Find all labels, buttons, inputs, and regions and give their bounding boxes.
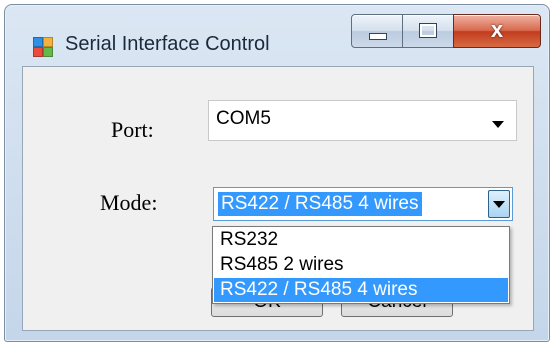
close-icon: x	[490, 17, 504, 42]
dialog-window: Serial Interface Control x Port: COM5 Mo…	[4, 4, 550, 342]
mode-option-rs232[interactable]: RS232	[214, 228, 508, 252]
title-bar[interactable]: Serial Interface Control x	[5, 5, 549, 57]
window-title: Serial Interface Control	[65, 33, 270, 55]
port-label: Port:	[111, 117, 154, 142]
mode-dropdown-button[interactable]	[488, 190, 510, 218]
mode-select-value: RS422 / RS485 4 wires	[218, 192, 422, 216]
minimize-icon	[369, 33, 387, 40]
mode-dropdown-list: RS232 RS485 2 wires RS422 / RS485 4 wire…	[212, 226, 510, 304]
mode-select[interactable]: RS422 / RS485 4 wires	[213, 187, 513, 221]
mode-label: Mode:	[100, 190, 158, 215]
maximize-button[interactable]	[402, 14, 454, 48]
mode-option-rs422-rs485-4-wires[interactable]: RS422 / RS485 4 wires	[214, 278, 508, 302]
close-button[interactable]: x	[453, 14, 541, 48]
chevron-down-icon[interactable]	[492, 121, 504, 128]
maximize-icon	[419, 23, 437, 38]
app-window-icon	[33, 35, 53, 57]
port-select-value: COM5	[216, 108, 271, 129]
port-select[interactable]: COM5	[208, 100, 517, 141]
mode-option-rs485-2-wires[interactable]: RS485 2 wires	[214, 253, 508, 277]
chevron-down-icon	[493, 201, 505, 208]
minimize-button[interactable]	[351, 14, 403, 48]
